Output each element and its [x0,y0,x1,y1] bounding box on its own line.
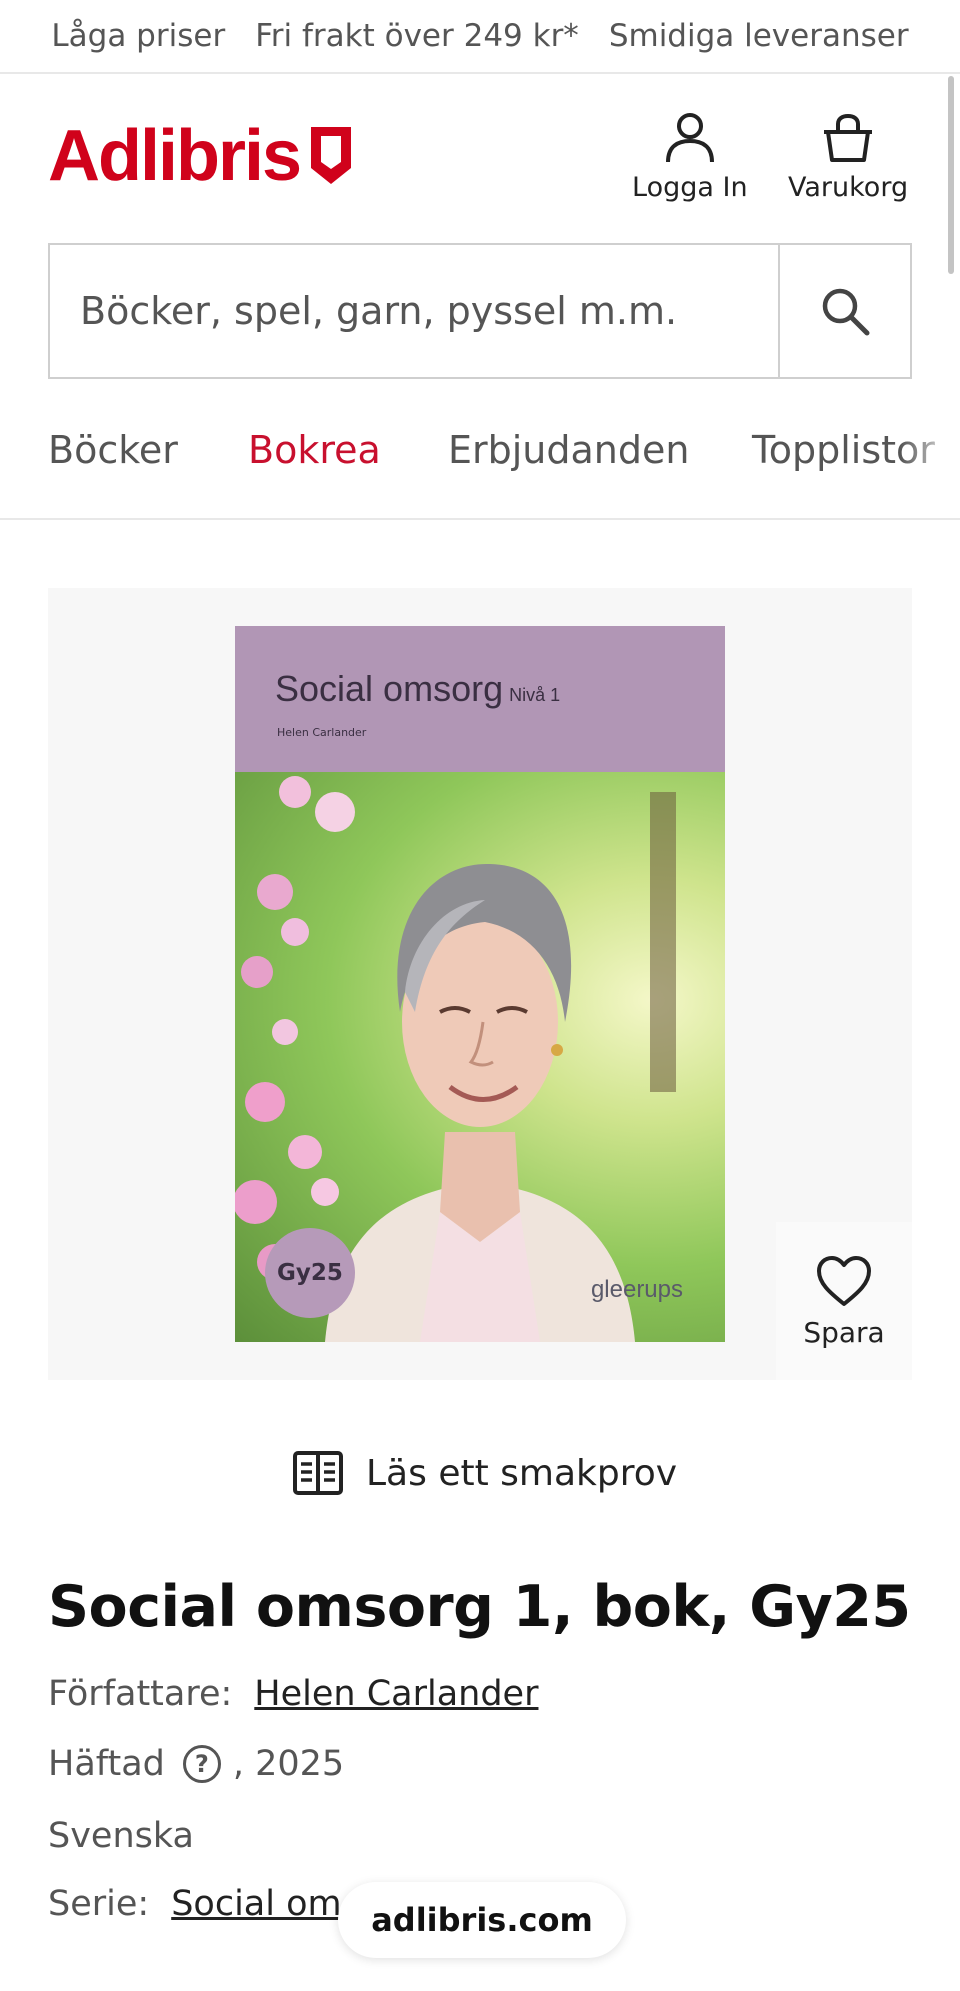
logo-text: Adlibris [48,116,302,196]
read-sample-button[interactable]: Läs ett smakprov [292,1450,677,1496]
search-bar [48,243,912,379]
help-icon[interactable]: ? [182,1745,221,1783]
gy25-badge: Gy25 [265,1228,355,1318]
login-button[interactable]: Logga In [632,110,748,203]
category-nav: Böcker Bokrea Erbjudanden Topplistor [0,392,960,520]
binding-row: Häftad ? , 2025 [48,1744,344,1784]
heart-icon [817,1255,871,1306]
book-open-icon [293,1451,343,1495]
bookmark-logo-icon [311,127,352,184]
usp-free-shipping: Fri frakt över 249 kr* [255,18,579,54]
save-button[interactable]: Spara [776,1222,912,1380]
nav-item-books[interactable]: Böcker [48,428,178,472]
cover-author: Helen Carlander [277,726,367,739]
cart-label: Varukorg [788,172,909,203]
cover-level: Nivå 1 [509,685,561,705]
save-label: Spara [803,1315,885,1349]
language-row: Svenska [48,1816,194,1856]
login-label: Logga In [632,172,748,203]
product-title: Social omsorg 1, bok, Gy25 [48,1574,911,1640]
basket-icon [824,113,873,162]
author-link[interactable]: Helen Carlander [254,1674,538,1714]
series-label: Serie: [48,1884,150,1924]
user-icon [665,113,714,163]
read-sample-label: Läs ett smakprov [366,1452,678,1494]
cart-button[interactable]: Varukorg [788,110,908,203]
series-row: Serie: Social om [48,1884,342,1924]
usp-low-prices: Låga priser [51,18,226,54]
url-text: adlibris.com [371,1901,593,1939]
adlibris-logo[interactable]: Adlibris [48,120,354,192]
usp-bar: Låga priser Fri frakt över 249 kr* Smidi… [0,0,960,74]
book-cover-image[interactable]: Social omsorg Nivå 1 Helen Carlander Gy2… [235,626,725,1342]
nav-item-book-sale[interactable]: Bokrea [248,428,381,472]
publication-year: , 2025 [232,1744,345,1784]
publisher-logo: gleerups [590,1276,683,1303]
cover-title: Social omsorg Nivå 1 [275,668,561,709]
usp-smooth-delivery: Smidiga leveranser [608,18,909,54]
search-button[interactable] [778,245,910,377]
search-input[interactable] [50,245,778,377]
language-label: Svenska [48,1816,194,1856]
series-link[interactable]: Social om [171,1884,341,1924]
nav-item-offers[interactable]: Erbjudanden [448,428,689,472]
author-label: Författare: [48,1674,233,1714]
author-row: Författare: Helen Carlander [48,1674,538,1714]
site-header: Adlibris Logga In Varukorg [0,74,960,234]
nav-fade [900,392,960,518]
binding-label: Häftad [48,1744,165,1784]
browser-url-pill[interactable]: adlibris.com [338,1882,626,1958]
search-icon [822,288,870,336]
